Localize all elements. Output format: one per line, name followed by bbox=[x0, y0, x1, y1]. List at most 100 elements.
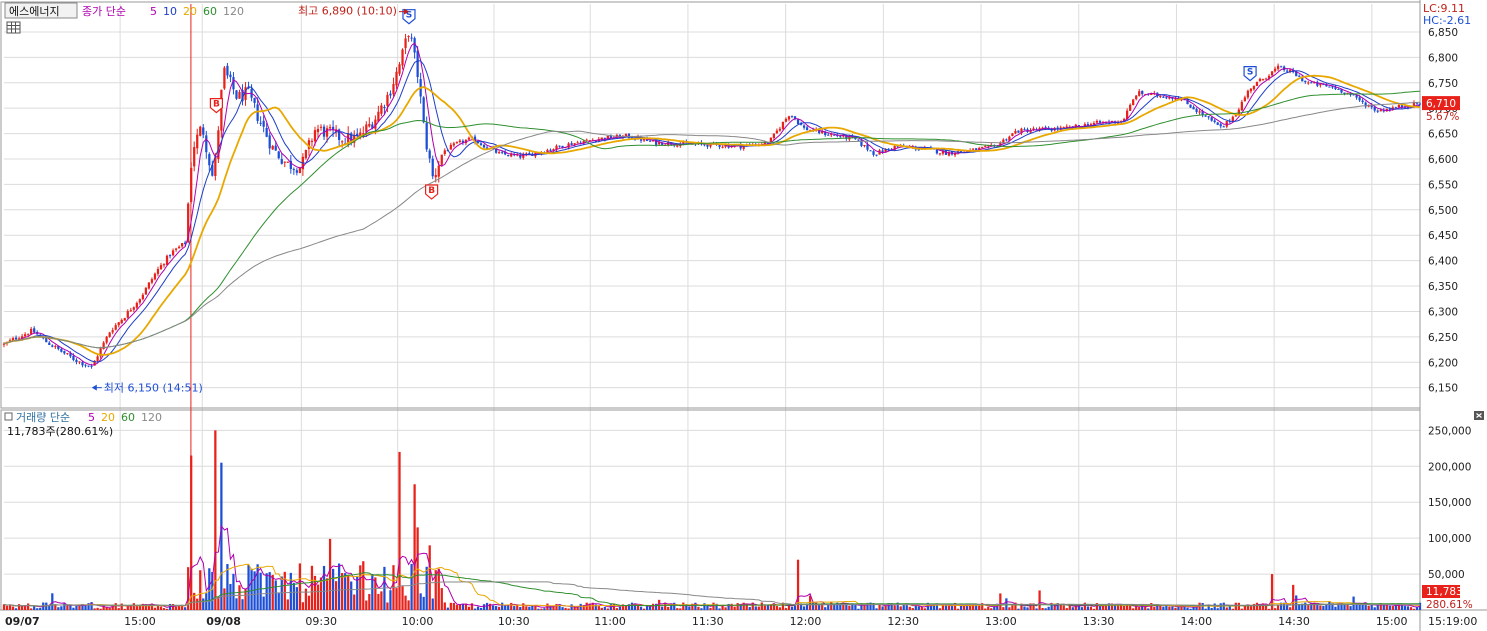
volume-bar bbox=[60, 606, 63, 610]
volume-bar bbox=[1240, 608, 1243, 610]
volume-bar bbox=[784, 608, 788, 610]
candle-body bbox=[238, 92, 241, 99]
table-icon[interactable] bbox=[6, 21, 21, 34]
volume-bar bbox=[1225, 607, 1228, 610]
volume-bar bbox=[17, 604, 21, 610]
volume-bar bbox=[881, 606, 884, 610]
volume-bar bbox=[1370, 604, 1373, 610]
candle-body bbox=[33, 328, 36, 333]
close-icon[interactable] bbox=[1474, 411, 1484, 420]
price-period-5[interactable]: 5 bbox=[150, 5, 157, 18]
volume-bar bbox=[292, 582, 295, 610]
volume-bar bbox=[1388, 605, 1391, 610]
volume-bar bbox=[642, 608, 646, 610]
candle-body bbox=[1376, 110, 1379, 112]
volume-bar bbox=[33, 606, 36, 610]
candle-body bbox=[624, 134, 628, 136]
candle-body bbox=[772, 133, 776, 139]
candle-body bbox=[165, 255, 169, 265]
candle-body bbox=[981, 147, 984, 149]
candle-body bbox=[117, 322, 120, 326]
volume-bar bbox=[1255, 602, 1259, 610]
price-period-60[interactable]: 60 bbox=[203, 5, 217, 18]
volume-bar bbox=[1104, 605, 1108, 610]
candle-body bbox=[1307, 82, 1310, 84]
candle-body bbox=[1132, 99, 1135, 105]
volume-bar bbox=[30, 608, 33, 610]
volume-bar bbox=[651, 603, 655, 610]
volume-bar bbox=[165, 608, 169, 610]
volume-bar bbox=[775, 606, 779, 610]
candle-body bbox=[476, 141, 480, 144]
candle-body bbox=[220, 89, 223, 131]
candle-body bbox=[953, 153, 957, 156]
symbol-name: 에스에너지 bbox=[9, 5, 60, 18]
volume-bar bbox=[174, 606, 178, 610]
candle-body bbox=[105, 336, 108, 343]
candle-body bbox=[310, 140, 314, 142]
volume-bar bbox=[1349, 606, 1352, 610]
candle-body bbox=[567, 143, 570, 148]
candle-body bbox=[410, 37, 413, 39]
volume-bar bbox=[11, 606, 15, 610]
price-period-20[interactable]: 20 bbox=[183, 5, 197, 18]
price-period-120[interactable]: 120 bbox=[223, 5, 244, 18]
candle-body bbox=[416, 50, 419, 78]
volume-bar bbox=[1295, 595, 1298, 610]
candle-body bbox=[507, 154, 510, 157]
volume-bar bbox=[875, 608, 878, 610]
candle-body bbox=[389, 93, 392, 96]
volume-bar bbox=[827, 604, 830, 610]
candle-body bbox=[223, 67, 226, 89]
candle-body bbox=[1328, 86, 1331, 88]
volume-bar bbox=[96, 607, 99, 610]
volume-bar bbox=[319, 577, 323, 610]
volume-period-5[interactable]: 5 bbox=[88, 411, 95, 424]
volume-bar bbox=[1219, 603, 1222, 610]
volume-bar bbox=[93, 608, 96, 610]
volume-period-120[interactable]: 120 bbox=[141, 411, 162, 424]
volume-bar bbox=[226, 564, 229, 610]
volume-bar bbox=[920, 606, 923, 610]
candle-body bbox=[66, 353, 69, 355]
candle-body bbox=[1098, 121, 1102, 123]
svg-text:B: B bbox=[213, 100, 220, 110]
volume-bar bbox=[700, 608, 703, 610]
candle-body bbox=[1276, 65, 1280, 70]
volume-bar bbox=[440, 588, 443, 610]
stock-chart[interactable]: BSBS최고 6,890 (10:10)최저 6,150 (14:51) 6,8… bbox=[0, 0, 1487, 631]
candle-body bbox=[87, 365, 90, 367]
volume-period-20[interactable]: 20 bbox=[101, 411, 115, 424]
volume-bar bbox=[1249, 606, 1253, 610]
candle-body bbox=[558, 145, 561, 147]
volume-bar bbox=[848, 605, 851, 610]
candle-body bbox=[114, 325, 117, 330]
candle-body bbox=[778, 128, 782, 131]
volume-bar bbox=[528, 606, 531, 610]
price-period-10[interactable]: 10 bbox=[163, 5, 177, 18]
volume-bar bbox=[615, 608, 619, 610]
candle-body bbox=[1017, 130, 1020, 133]
volume-bar bbox=[857, 608, 860, 610]
candle-body bbox=[1397, 105, 1400, 108]
volume-bar bbox=[718, 608, 721, 610]
volume-bar bbox=[1162, 606, 1165, 610]
volume-bar bbox=[1132, 608, 1135, 610]
candle-body bbox=[425, 122, 428, 150]
volume-bar bbox=[1328, 601, 1331, 610]
volume-bar bbox=[232, 573, 235, 610]
candle-body bbox=[1138, 91, 1141, 96]
volume-bar bbox=[1189, 608, 1192, 610]
volume-bar bbox=[90, 602, 93, 610]
candle-body bbox=[199, 126, 202, 136]
volume-bar bbox=[1358, 604, 1361, 610]
candle-body bbox=[129, 310, 132, 312]
volume-bar bbox=[153, 607, 157, 610]
volume-bar bbox=[350, 581, 353, 610]
volume-bar bbox=[1008, 607, 1011, 610]
candle-body bbox=[1005, 139, 1008, 141]
volume-period-60[interactable]: 60 bbox=[121, 411, 135, 424]
candle-body bbox=[781, 121, 785, 129]
volume-bar bbox=[917, 606, 920, 610]
volume-bar bbox=[597, 606, 600, 610]
